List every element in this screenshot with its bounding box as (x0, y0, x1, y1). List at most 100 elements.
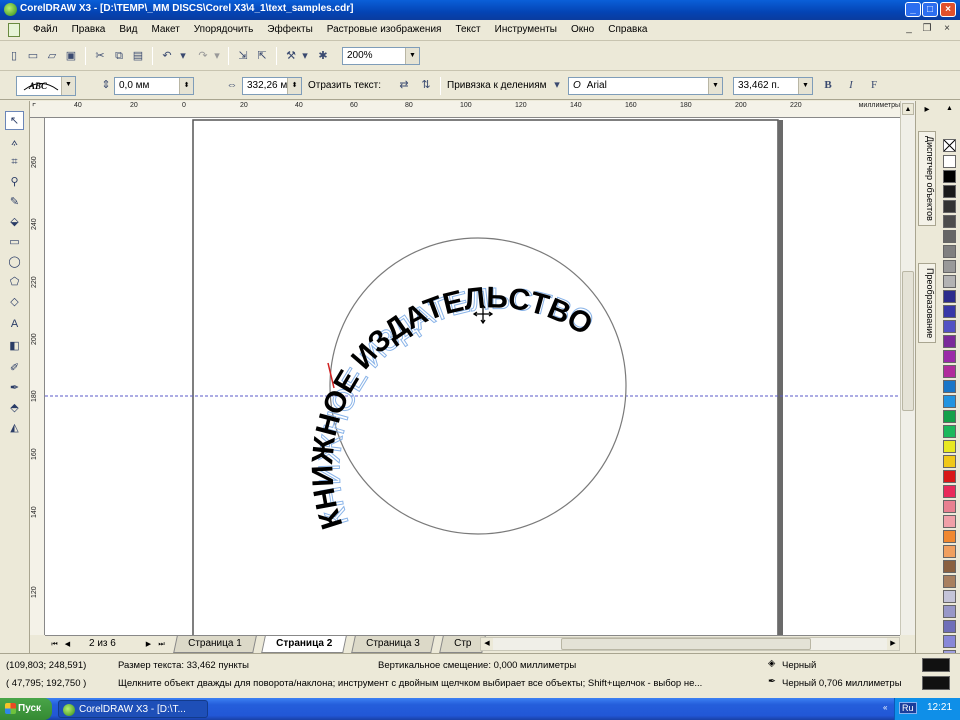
scroll-up-icon[interactable]: ▲ (902, 103, 914, 115)
menu-item-8[interactable]: Инструменты (488, 24, 564, 35)
paste-icon[interactable]: ▤ (130, 48, 146, 64)
prev-page-icon[interactable]: ◀ (62, 639, 73, 650)
palette-scroll-up-icon[interactable]: ▲ (943, 104, 956, 114)
fill-color-swatch[interactable] (922, 658, 950, 672)
menu-item-10[interactable]: Справка (601, 24, 654, 35)
horizontal-ruler[interactable]: ⌜ миллиметры 40 20 0 20 40 60 80 100 120 140 160 18… (30, 101, 900, 118)
title-bar[interactable]: CorelDRAW X3 - [D:\TEMP\_MM DISCS\Corel … (0, 0, 960, 20)
horizontal-scrollbar[interactable]: ◀ ▶ (480, 637, 900, 651)
maximize-button[interactable]: □ (922, 2, 938, 17)
vertical-ruler[interactable]: 260 240 220 200 180 160 140 120 (30, 118, 45, 635)
pick-tool-icon[interactable]: ↖ (5, 111, 24, 130)
color-swatch[interactable] (943, 635, 956, 648)
font-size-select[interactable]: 33,462 п. ▼ (733, 77, 813, 95)
undo-dropdown-icon[interactable]: ▾ (178, 48, 188, 64)
color-swatch[interactable] (943, 155, 956, 168)
italic-icon[interactable]: I (843, 77, 859, 93)
color-swatch[interactable] (943, 320, 956, 333)
color-swatch[interactable] (943, 575, 956, 588)
export-icon[interactable]: ⇱ (254, 48, 270, 64)
doc-restore-icon[interactable]: ❐ (920, 23, 934, 36)
redo-icon[interactable]: ↷ (195, 48, 211, 64)
interactive-blend-tool-icon[interactable]: ◧ (5, 337, 24, 356)
drawing-area[interactable]: КНИЖНОЕ ИЗДАТЕЛЬСТВО КНИЖНОЕ ИЗДАТЕЛЬСТВ… (45, 118, 900, 635)
scroll-thumb[interactable] (902, 271, 914, 411)
scroll-right-icon[interactable]: ▶ (887, 638, 899, 650)
menu-item-2[interactable]: Вид (112, 24, 144, 35)
tab-page-2[interactable]: Страница 2 (261, 636, 347, 653)
menu-item-5[interactable]: Эффекты (260, 24, 319, 35)
color-swatch[interactable] (943, 590, 956, 603)
color-swatch[interactable] (943, 290, 956, 303)
spinner-icon[interactable]: ⬍ (287, 78, 301, 94)
color-swatch[interactable] (943, 305, 956, 318)
text-tool-icon[interactable]: A (5, 315, 24, 334)
crop-tool-icon[interactable]: ⌗ (5, 153, 24, 172)
vertical-scrollbar[interactable]: ▲ (900, 101, 915, 635)
color-swatch[interactable] (943, 545, 956, 558)
distance-from-path-field[interactable]: 0,0 мм ⬍ (114, 77, 194, 95)
copy-icon[interactable]: ⧉ (111, 48, 127, 64)
chevron-down-icon[interactable]: ▼ (61, 77, 75, 95)
shape-tool-icon[interactable]: ⟑ (5, 133, 24, 152)
color-swatch[interactable] (943, 200, 956, 213)
new-from-template-icon[interactable]: ▭ (25, 48, 41, 64)
smart-fill-tool-icon[interactable]: ⬙ (5, 213, 24, 232)
docker-arrow-icon[interactable]: ▸ (918, 103, 936, 117)
color-swatch[interactable] (943, 230, 956, 243)
menu-item-6[interactable]: Растровые изображения (320, 24, 449, 35)
menu-item-1[interactable]: Правка (65, 24, 113, 35)
first-page-icon[interactable]: ⏮ (49, 639, 60, 650)
menu-item-4[interactable]: Упорядочить (187, 24, 261, 35)
color-swatch[interactable] (943, 170, 956, 183)
outline-color-swatch[interactable] (922, 676, 950, 690)
chevron-down-icon[interactable]: ▼ (405, 48, 419, 64)
horizontal-scroll-thumb[interactable] (561, 638, 811, 650)
color-swatch[interactable] (943, 245, 956, 258)
fill-icon[interactable]: ◈ (768, 658, 775, 669)
new-document-icon[interactable]: ▯ (6, 48, 22, 64)
interactive-fill-tool-icon[interactable]: ◭ (5, 419, 24, 438)
document-icon[interactable] (8, 23, 20, 37)
color-swatch[interactable] (943, 365, 956, 378)
spinner-icon[interactable]: ⬍ (179, 78, 193, 94)
rectangle-tool-icon[interactable]: ▭ (5, 233, 24, 252)
color-swatch[interactable] (943, 185, 956, 198)
color-swatch[interactable] (943, 470, 956, 483)
basic-shapes-tool-icon[interactable]: ◇ (5, 293, 24, 312)
minimize-button[interactable]: _ (905, 2, 921, 17)
fill-tool-icon[interactable]: ⬘ (5, 399, 24, 418)
coreldraw-app-icon[interactable] (4, 3, 17, 16)
redo-dropdown-icon[interactable]: ▾ (212, 48, 222, 64)
menu-item-7[interactable]: Текст (448, 24, 487, 35)
scroll-left-icon[interactable]: ◀ (481, 638, 493, 650)
open-icon[interactable]: ▱ (44, 48, 60, 64)
doc-minimize-icon[interactable]: _ (902, 23, 916, 36)
menu-item-9[interactable]: Окно (564, 24, 601, 35)
color-swatch[interactable] (943, 515, 956, 528)
corel-online-icon[interactable]: ✱ (315, 48, 331, 64)
menu-item-3[interactable]: Макет (144, 24, 186, 35)
menu-item-0[interactable]: Файл (26, 24, 65, 35)
language-indicator[interactable]: Ru (899, 702, 917, 714)
color-swatch[interactable] (943, 455, 956, 468)
color-swatch[interactable] (943, 620, 956, 633)
outline-pen-icon[interactable]: ✒ (768, 676, 776, 687)
color-swatch[interactable] (943, 275, 956, 288)
doc-close-icon[interactable]: × (940, 23, 954, 36)
tab-page-1[interactable]: Страница 1 (173, 636, 257, 653)
ellipse-tool-icon[interactable]: ◯ (5, 253, 24, 272)
no-color-swatch[interactable] (943, 139, 956, 152)
character-format-icon[interactable]: F (866, 77, 882, 93)
font-select[interactable]: O Arial ▼ (568, 77, 723, 95)
text-orientation-select[interactable]: ABC ▼ (16, 76, 76, 96)
freehand-tool-icon[interactable]: ✎ (5, 193, 24, 212)
next-page-icon[interactable]: ▶ (143, 639, 154, 650)
color-swatch[interactable] (943, 260, 956, 273)
undo-icon[interactable]: ↶ (159, 48, 175, 64)
color-swatch[interactable] (943, 335, 956, 348)
snap-to-marks-button[interactable]: Привязка к делениям (447, 80, 546, 91)
zoom-select[interactable]: 200% ▼ (342, 47, 420, 65)
color-swatch[interactable] (943, 530, 956, 543)
snap-dropdown-icon[interactable]: ▾ (552, 77, 562, 93)
